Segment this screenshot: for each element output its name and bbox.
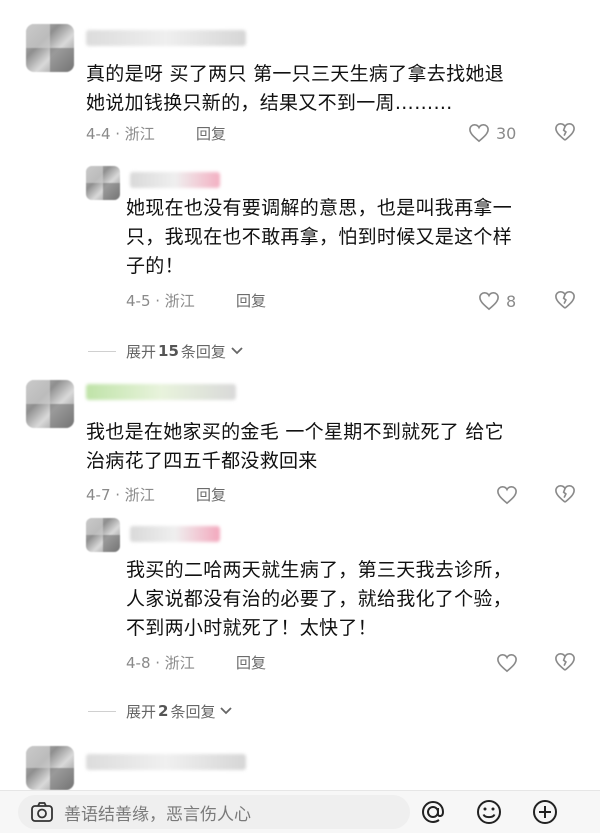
expand-count: 15 [158, 342, 179, 360]
like-button[interactable] [496, 650, 524, 676]
like-button[interactable]: 30 [468, 120, 516, 146]
comment-item [0, 740, 600, 790]
reply-button[interactable]: 回复 [196, 123, 226, 144]
dislike-button[interactable] [554, 652, 578, 676]
comment-text: 真的是呀 买了两只 第一只三天生病了拿去找她退 她说加钱换只新的，结果又不到一周… [86, 63, 504, 114]
broken-heart-icon [555, 484, 575, 503]
expand-prefix: 展开 [126, 342, 157, 361]
at-icon[interactable] [418, 797, 448, 827]
avatar[interactable] [86, 518, 120, 552]
username-blurred[interactable] [130, 526, 220, 542]
heart-outline-icon [469, 123, 489, 143]
like-count: 30 [496, 123, 517, 143]
expand-suffix: 条回复 [180, 342, 226, 361]
camera-icon[interactable] [30, 801, 54, 823]
avatar[interactable] [26, 746, 74, 790]
expand-prefix: 展开 [126, 702, 157, 721]
chevron-down-icon [220, 707, 233, 715]
reply-item: 她现在也没有要调解的意思，也是叫我再拿一 只，我现在也不敢再拿，怕到时候又是这个… [0, 160, 600, 330]
reply-button[interactable]: 回复 [236, 652, 266, 673]
comment-text: 我买的二哈两天就生病了，第三天我去诊所， 人家说都没有治的必要了，就给我化了个验… [126, 559, 513, 639]
emoji-icon[interactable] [474, 797, 504, 827]
username-blurred[interactable] [86, 754, 246, 770]
dislike-button[interactable] [554, 122, 578, 146]
comment-item: 真的是呀 买了两只 第一只三天生病了拿去找她退 她说加钱换只新的，结果又不到一周… [0, 0, 600, 160]
comment-date: 4-4 · 浙江 [86, 125, 155, 143]
comment-input-bar: 善语结善缘，恶言伤人心 [0, 790, 600, 833]
username-blurred[interactable] [86, 384, 236, 400]
comment-date: 4-8 · 浙江 [126, 654, 195, 672]
username-blurred[interactable] [130, 172, 220, 188]
reply-button[interactable]: 回复 [236, 290, 266, 311]
comment-date: 4-7 · 浙江 [86, 486, 155, 504]
like-button[interactable]: 8 [478, 288, 516, 314]
heart-outline-icon [497, 653, 517, 673]
like-button[interactable] [496, 482, 524, 508]
reply-button[interactable]: 回复 [196, 484, 226, 505]
like-count: 8 [506, 291, 517, 311]
broken-heart-icon [555, 122, 575, 141]
reply-item: 我买的二哈两天就生病了，第三天我去诊所， 人家说都没有治的必要了，就给我化了个验… [0, 510, 600, 690]
heart-outline-icon [497, 485, 517, 505]
avatar[interactable] [86, 166, 120, 200]
broken-heart-icon [555, 290, 575, 309]
dislike-button[interactable] [554, 290, 578, 314]
divider [88, 350, 116, 352]
comment-input[interactable]: 善语结善缘，恶言伤人心 [18, 795, 410, 829]
avatar[interactable] [26, 380, 74, 428]
comment-text: 我也是在她家买的金毛 一个星期不到就死了 给它 治病花了四五千都没救回来 [86, 421, 504, 472]
expand-suffix: 条回复 [170, 702, 216, 721]
comment-meta: 4-5 · 浙江 回复 [126, 288, 586, 314]
chevron-down-icon [231, 347, 243, 355]
avatar[interactable] [26, 24, 74, 72]
dislike-button[interactable] [554, 484, 578, 508]
comment-date: 4-5 · 浙江 [126, 292, 195, 310]
divider [88, 710, 116, 712]
expand-replies-button[interactable]: 展开 2 条回复 [88, 700, 233, 722]
comment-item: 我也是在她家买的金毛 一个星期不到就死了 给它 治病花了四五千都没救回来 4-7… [0, 370, 600, 510]
username-blurred[interactable] [86, 30, 246, 46]
comment-text: 她现在也没有要调解的意思，也是叫我再拿一 只，我现在也不敢再拿，怕到时候又是这个… [126, 197, 513, 277]
broken-heart-icon [555, 652, 575, 671]
expand-count: 2 [158, 702, 169, 720]
heart-outline-icon [479, 291, 499, 311]
expand-replies-button[interactable]: 展开 15 条回复 [88, 340, 244, 362]
input-placeholder: 善语结善缘，恶言伤人心 [64, 804, 251, 825]
add-icon[interactable] [530, 797, 560, 827]
